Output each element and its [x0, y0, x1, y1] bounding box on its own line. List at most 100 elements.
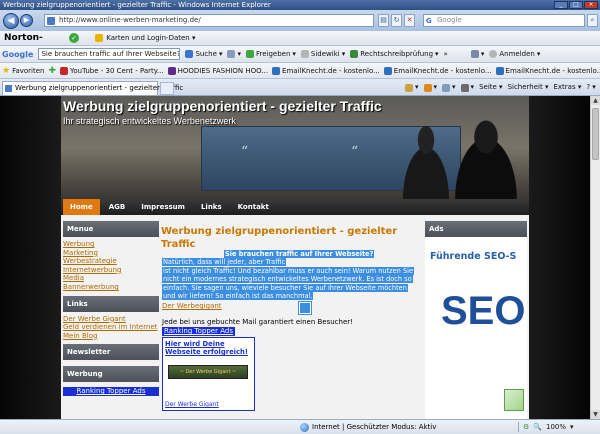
search-placeholder: Google [437, 16, 462, 24]
search-field[interactable]: G Google [423, 14, 585, 27]
nav-home[interactable]: Home [63, 199, 100, 215]
minimize-button[interactable]: _ [554, 1, 568, 9]
vertical-scrollbar[interactable]: ▲ ▼ [590, 96, 600, 419]
mail-icon [495, 66, 504, 75]
tools-menu[interactable]: Extras ▾ [553, 81, 581, 94]
google-options-button[interactable]: ▾ [227, 46, 241, 62]
site-subtitle: Ihr strategisch entwickeltes Werbenetzwe… [63, 116, 236, 126]
home-icon [405, 83, 413, 92]
nav-links[interactable]: Links [194, 199, 229, 215]
forward-button[interactable]: ▶ [20, 14, 33, 27]
page-favicon-icon [47, 17, 55, 25]
address-toolbar: ◀ ▶ http://www.online-werben-marketing.d… [0, 10, 600, 31]
url-field[interactable]: http://www.online-werben-marketing.de/ [44, 14, 374, 27]
mail-button[interactable]: ▾ [442, 81, 456, 94]
print-button[interactable]: ▾ [460, 81, 474, 94]
google-sidewiki-button[interactable]: Sidewiki ▾ [300, 46, 345, 62]
link-geld-verdienen[interactable]: Geld verdienen im Internet [63, 323, 159, 332]
ad-box-title[interactable]: Hier wird Deine Webseite erfolgreich! [163, 338, 254, 356]
ranking-topper-link[interactable]: Ranking Topper Ads [162, 327, 235, 336]
favorite-item[interactable]: EmailKnecht.de - kostenlo... [272, 63, 380, 78]
back-button[interactable]: ◀ [3, 12, 19, 29]
favorite-item-label: EmailKnecht.de - kostenlo... [393, 66, 492, 75]
window-titlebar[interactable]: Werbung zielgruppenorientiert - gezielte… [0, 0, 600, 10]
page-menu[interactable]: Seite ▾ [479, 81, 503, 94]
google-search-button[interactable]: Suche ▾ [185, 46, 222, 62]
scroll-up-icon[interactable]: ▲ [591, 96, 600, 105]
maximize-button[interactable]: □ [569, 1, 583, 9]
nav-impressum[interactable]: Impressum [134, 199, 192, 215]
close-button[interactable]: × [584, 1, 598, 9]
page-background-left [0, 96, 61, 419]
norton-logo: Norton- [4, 33, 43, 43]
stop-icon[interactable]: ✕ [404, 14, 415, 27]
menu-item-marketing[interactable]: Marketing [63, 249, 159, 258]
norton-identity-menu[interactable]: Karten und Login-Daten ▾ [95, 34, 195, 42]
youtube-icon [60, 66, 69, 75]
favorite-item-label: EmailKnecht.de - kostenlo... [505, 66, 600, 75]
intro-question: Sie brauchen traffic auf Ihrer Webseite? [224, 250, 375, 258]
search-icon [185, 50, 194, 58]
link-mein-blog[interactable]: Mein Blog [63, 332, 159, 341]
menu-item-werbung[interactable]: Werbung [63, 240, 159, 249]
protected-mode-icon[interactable]: ⚙ [523, 420, 529, 434]
intro-line: und wir liefern! So einfach ist das manc… [162, 292, 314, 301]
menu-item-internetwerbung[interactable]: Internetwerbung [63, 266, 159, 275]
menu-item-media[interactable]: Media [63, 274, 159, 283]
favorite-item[interactable]: HOODIES FASHION HOO... [167, 63, 268, 78]
favorite-item-label: YouTube - 30 Cent - Party... [70, 66, 164, 75]
scroll-down-icon[interactable]: ▼ [591, 410, 600, 419]
intro-line: einfach. Sie sagen uns, wieviele besuche… [162, 283, 408, 292]
mail-icon [272, 66, 281, 75]
site-header: “ “ Werbung zielgruppenorientiert - gezi… [61, 96, 529, 199]
search-go-icon[interactable]: ⌕ [587, 14, 598, 27]
feeds-button[interactable]: ▾ [423, 81, 437, 94]
google-signin-button[interactable]: Anmelden ▾ [489, 46, 540, 62]
menu-item-bannerwerbung[interactable]: Bannerwerbung [63, 283, 159, 292]
command-bar: ▾ ▾ ▾ ▾ Seite ▾ Sicherheit ▾ Extras ▾ ? … [405, 81, 596, 94]
google-spellcheck-button[interactable]: Rechtschreibprüfung ▾ [350, 46, 439, 62]
spellcheck-icon [350, 50, 359, 58]
accelerator-icon[interactable] [299, 302, 311, 314]
google-toolbar-search[interactable]: Sie brauchen traffic auf Ihrer Webseite?… [38, 48, 181, 60]
ad-box-link[interactable]: Der Werbe Gigant [165, 401, 219, 408]
zoom-chevron-icon[interactable]: ▾ [570, 420, 574, 434]
ad-banner[interactable]: ~ Der Werbe Gigant ~ [168, 365, 248, 379]
puzzle-icon [227, 50, 236, 58]
intro-line: nicht ein modernes strategisch entwickel… [162, 275, 413, 284]
security-zone[interactable]: Internet | Geschützter Modus: Aktiv [300, 420, 436, 434]
page-background-right [529, 96, 590, 419]
ad-box[interactable]: Hier wird Deine Webseite erfolgreich! ~ … [162, 337, 255, 411]
favorite-item[interactable]: EmailKnecht.de - kostenlo... [383, 63, 492, 78]
favorite-item[interactable]: EmailKnecht.de - kostenlo... [495, 63, 600, 78]
google-search-label: Suche [195, 49, 217, 58]
tab-active[interactable]: Werbung zielgruppenorientiert - gezielte… [2, 81, 183, 95]
norton-check-icon[interactable]: ✓ [69, 33, 80, 43]
scrollbar-thumb[interactable] [592, 108, 599, 160]
left-sidebar: Menue Werbung Marketing Werbestrategie I… [63, 221, 159, 419]
refresh-icon[interactable]: ↻ [391, 14, 402, 27]
menu-item-werbestrategie[interactable]: Werbestrategie [63, 257, 159, 266]
favorites-button[interactable]: ★ Favoriten [2, 63, 45, 78]
google-more-button[interactable]: » [444, 46, 448, 62]
favorite-item[interactable]: YouTube - 30 Cent - Party... [60, 63, 164, 78]
google-sidewiki-label: Sidewiki [310, 49, 340, 58]
main-content: Werbung zielgruppenorientiert - gezielte… [161, 221, 423, 419]
google-settings-button[interactable]: ▾ [470, 46, 484, 62]
chevron-down-icon: ▾ [191, 34, 196, 42]
new-tab-button[interactable] [160, 82, 174, 95]
seo-ad-banner[interactable]: Führende SEO-S SEO [427, 241, 527, 419]
home-button[interactable]: ▾ [405, 81, 419, 94]
nav-kontakt[interactable]: Kontakt [231, 199, 276, 215]
safety-menu[interactable]: Sicherheit ▾ [508, 81, 549, 94]
werbegigant-link[interactable]: Der Werbegigant [162, 302, 408, 311]
compat-view-icon[interactable]: ▤ [378, 14, 389, 27]
nav-agb[interactable]: AGB [102, 199, 133, 215]
help-menu[interactable]: ? ▾ [586, 81, 595, 94]
google-share-button[interactable]: Freigeben ▾ [245, 46, 296, 62]
werbung-ranking-link[interactable]: Ranking Topper Ads [63, 387, 159, 397]
add-favorite-button[interactable]: ✚ [49, 63, 57, 78]
status-bar: Internet | Geschützter Modus: Aktiv ⚙ 🔍 … [0, 419, 600, 434]
link-werbe-gigant[interactable]: Der Werbe Gigant [63, 315, 159, 324]
zoom-level[interactable]: 100% [546, 420, 566, 434]
